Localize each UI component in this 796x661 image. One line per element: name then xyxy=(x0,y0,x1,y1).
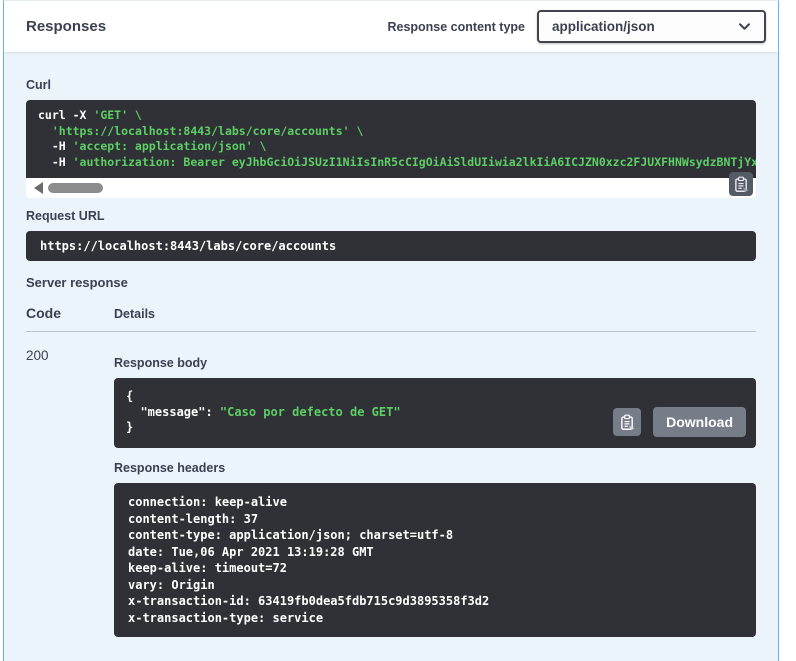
request-url-value: https://localhost:8443/labs/core/account… xyxy=(26,231,756,261)
code-line: { xyxy=(126,389,134,403)
content-type-group: Response content type application/json xyxy=(387,10,766,43)
column-header-details: Details xyxy=(114,305,756,332)
responses-section-header: Responses Response content type applicat… xyxy=(4,1,778,52)
code-line: content-length: 37 xyxy=(128,511,259,526)
responses-panel: Responses Response content type applicat… xyxy=(3,0,779,661)
responses-body: Curl curl -X 'GET' \ 'https://localhost:… xyxy=(4,52,778,661)
scrollbar-thumb[interactable] xyxy=(48,183,103,193)
response-headers-label: Response headers xyxy=(114,461,226,475)
code-line: x-transaction-id: 63419fb0dea5fdb715c9d3… xyxy=(128,594,490,608)
code-line: keep-alive: timeout=72 xyxy=(128,561,287,575)
copy-response-button[interactable] xyxy=(613,408,642,436)
clipboard-icon xyxy=(734,176,749,192)
curl-command: curl -X 'GET' \ 'https://localhost:8443/… xyxy=(26,100,756,178)
page: Responses Response content type applicat… xyxy=(0,0,796,661)
code-line: vary: Origin xyxy=(128,577,215,592)
curl-horizontal-scrollbar[interactable] xyxy=(26,178,756,198)
code-line: 'https://localhost:8443/labs/core/accoun… xyxy=(51,123,364,138)
copy-curl-button[interactable] xyxy=(729,172,753,196)
code-line: date: Tue,06 Apr 2021 13:19:28 GMT xyxy=(128,544,374,559)
response-status-code: 200 xyxy=(26,348,49,363)
content-type-label: Response content type xyxy=(387,19,525,34)
column-header-code: Code xyxy=(26,305,114,332)
content-type-select[interactable]: application/json xyxy=(537,10,766,43)
code-line: curl -X 'GET' \ xyxy=(38,108,142,122)
response-body-block: { "message": "Caso por defecto de GET"} xyxy=(114,378,756,448)
download-button[interactable]: Download xyxy=(653,407,746,437)
request-url-label: Request URL xyxy=(26,209,105,223)
code-line: connection: keep-alive xyxy=(128,495,287,509)
page-title: Responses xyxy=(26,18,107,35)
response-body-label: Response body xyxy=(114,356,208,370)
code-line: -H 'accept: application/json' \ xyxy=(38,139,267,153)
server-response-title: Server response xyxy=(26,275,128,290)
chevron-down-icon xyxy=(739,23,750,30)
server-response-table: Code Details 200 Response body { "messag… xyxy=(26,305,756,651)
code-line: content-type: application/json; charset=… xyxy=(128,528,454,542)
response-headers-block: connection: keep-alive content-length: 37… xyxy=(114,483,756,637)
curl-label: Curl xyxy=(26,78,51,92)
code-line: -H 'authorization: Bearer eyJhbGciOiJSUz… xyxy=(38,154,756,169)
curl-block: curl -X 'GET' \ 'https://localhost:8443/… xyxy=(26,100,756,198)
response-body-actions: Download xyxy=(613,407,746,437)
content-type-selected-value: application/json xyxy=(552,19,655,34)
response-details-cell: Response body { "message": "Caso por def… xyxy=(114,332,756,651)
clipboard-icon xyxy=(620,414,635,430)
code-line: x-transaction-type: service xyxy=(128,610,324,625)
scroll-left-icon[interactable] xyxy=(34,182,43,194)
